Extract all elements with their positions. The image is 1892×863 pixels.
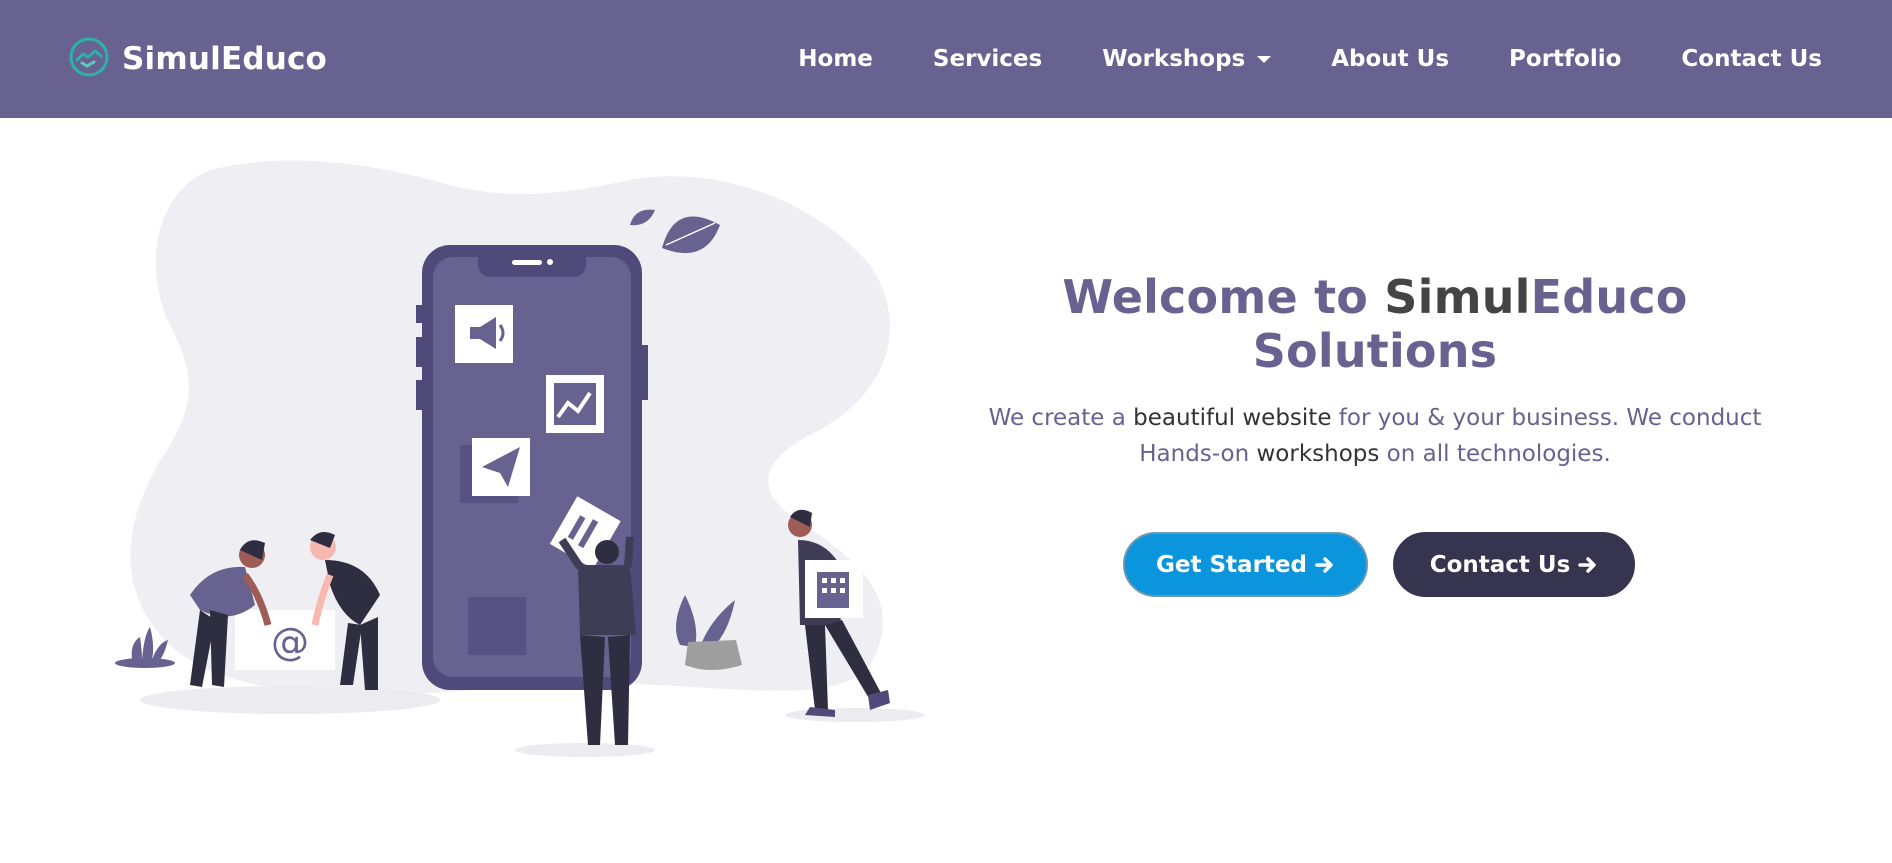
nav-workshops-label: Workshops xyxy=(1102,46,1246,72)
hero-illustration: @ xyxy=(110,155,930,765)
navbar: SimulEduco Home Services Workshops About… xyxy=(0,0,1892,118)
hero-desc-part2: beautiful website xyxy=(1133,405,1332,431)
at-symbol: @ xyxy=(271,620,309,664)
hero-desc-part5: workshops xyxy=(1249,441,1380,467)
main-nav: Home Services Workshops About Us Portfol… xyxy=(798,46,1822,72)
hero-title-part1: Welcome to xyxy=(1062,270,1385,324)
arrow-right-icon xyxy=(1315,555,1335,575)
get-started-button[interactable]: Get Started xyxy=(1123,532,1368,597)
get-started-label: Get Started xyxy=(1156,551,1307,578)
hero-desc-part1: We create a xyxy=(988,405,1134,431)
nav-about-us-label: About Us xyxy=(1331,46,1450,72)
nav-about-us[interactable]: About Us xyxy=(1331,46,1449,72)
arrow-right-icon xyxy=(1578,555,1598,575)
handshake-circle-icon xyxy=(68,36,110,82)
nav-contact-us[interactable]: Contact Us xyxy=(1681,46,1822,72)
nav-workshops[interactable]: Workshops xyxy=(1102,46,1272,72)
contact-us-label: Contact Us xyxy=(1429,551,1571,578)
hero-desc-part3: for you & your business. We conduct xyxy=(1331,405,1762,431)
nav-portfolio-label: Portfolio xyxy=(1509,46,1622,72)
contact-us-button[interactable]: Contact Us xyxy=(1393,532,1635,597)
hero-title: Welcome to SimulEduco Solutions xyxy=(950,270,1800,378)
nav-home-label: Home xyxy=(798,46,873,72)
caret-down-icon xyxy=(1257,55,1272,63)
nav-services-label: Services xyxy=(932,46,1043,72)
nav-services[interactable]: Services xyxy=(933,46,1042,72)
hero-desc-part4: Hands-on xyxy=(1139,441,1250,467)
hero-section: Welcome to SimulEduco Solutions We creat… xyxy=(950,270,1800,597)
nav-home[interactable]: Home xyxy=(798,46,873,72)
nav-contact-us-label: Contact Us xyxy=(1681,46,1822,72)
brand-name: SimulEduco xyxy=(122,41,328,77)
brand-link[interactable]: SimulEduco xyxy=(68,36,327,82)
hero-description: We create a beautiful website for you & … xyxy=(950,400,1800,472)
hero-title-part2: Simul xyxy=(1384,270,1531,324)
nav-portfolio[interactable]: Portfolio xyxy=(1509,46,1621,72)
hero-desc-part6: on all technologies. xyxy=(1379,441,1611,467)
hero-buttons: Get Started Contact Us xyxy=(950,532,1800,597)
